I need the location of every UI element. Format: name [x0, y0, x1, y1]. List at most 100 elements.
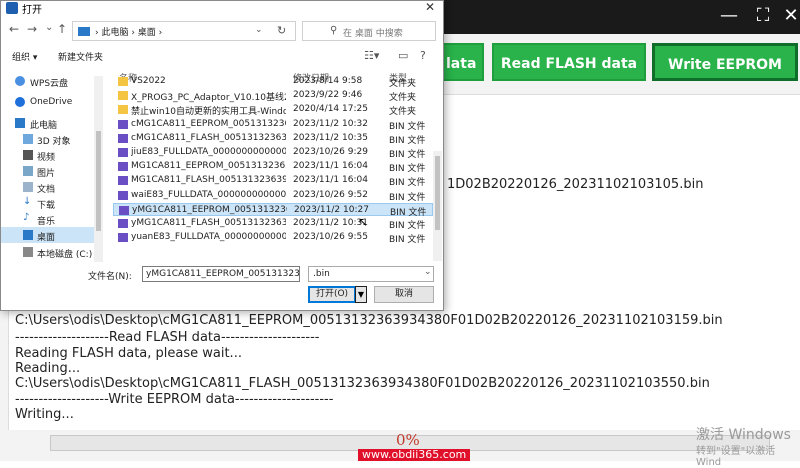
filename-input[interactable]: yMG1CA811_EEPROM_005131323639343 [142, 266, 300, 282]
file-row[interactable]: X_PROG3_PC_Adaptor_V10.10基线2 2023/9/22 9:… [113, 89, 433, 104]
file-date: 2020/4/14 17:25 [293, 104, 368, 115]
organize-button[interactable]: 组织 ▾ [12, 50, 37, 63]
file-type: 文件夹 [389, 93, 417, 104]
drive-icon [23, 247, 33, 257]
image-icon [23, 166, 33, 176]
bin-file-icon [118, 119, 128, 129]
file-row[interactable]: MG1CA811_EEPROM_005131323639... 2023/11/1… [113, 160, 433, 174]
file-type: BIN 文件 [390, 207, 427, 218]
read-eeprom-button[interactable]: lata [440, 43, 484, 81]
file-row[interactable]: MG1CA811_FLASH_005131323639343... 2023/11… [113, 174, 433, 189]
chevron-down-icon[interactable]: ⌄ [424, 267, 432, 277]
view-options-icon[interactable]: ☷▾ [364, 49, 379, 62]
sidebar-item-local-disk[interactable]: 本地磁盘 (C:) [1, 244, 101, 260]
bin-file-icon [118, 233, 128, 243]
close-icon[interactable]: ✕ [778, 4, 800, 28]
sidebar-item-desktop[interactable]: 桌面 [1, 227, 101, 243]
sidebar-item-videos[interactable]: 视频 [1, 147, 101, 163]
file-row[interactable]: cMG1CA811_EEPROM_005131323639... 2023/11/… [113, 118, 433, 132]
filetype-select[interactable]: .bin [308, 266, 434, 282]
dialog-close-icon[interactable]: ✕ [425, 0, 435, 14]
windows-activation-hint: 转到"设置"以激活 Wind [696, 446, 776, 468]
file-type: BIN 文件 [389, 135, 426, 146]
download-icon: ↓ [23, 196, 32, 207]
search-input[interactable]: ⚲ 在 桌面 中搜索 [302, 21, 436, 41]
file-row[interactable]: cMG1CA811_FLASH_005131323633934... 2023/1… [113, 132, 433, 146]
file-row[interactable]: 禁止win10自动更新的实用工具-Windows... 2020/4/14 17:… [113, 103, 433, 118]
file-name: VS2022 [131, 76, 166, 86]
file-date: 2023/11/2 10:35 [293, 132, 368, 143]
computer-icon [15, 118, 25, 128]
file-row[interactable]: waiE83_FULLDATA_000000000000000... 2023/1… [113, 189, 433, 203]
navigation-pane: WPS云盘 OneDrive 此电脑 3D 对象 视频 图片 文档 ↓ 下载 ♪… [1, 67, 105, 263]
file-row[interactable]: jiuE83_FULLDATA_000000000000000... 2023/1… [113, 146, 433, 160]
computer-icon [78, 27, 90, 36]
write-eeprom-button[interactable]: Write EEPROM data [652, 43, 798, 111]
search-placeholder: 在 桌面 中搜索 [343, 29, 403, 39]
log-line: 1D02B20220126_20231102103105.bin [447, 177, 704, 192]
file-row[interactable]: yuanE83_FULLDATA_000000000000000... 2023/… [113, 231, 433, 245]
sidebar-item-pictures[interactable]: 图片 [1, 163, 101, 179]
sidebar-item-3d-objects[interactable]: 3D 对象 [1, 131, 101, 147]
file-name: yMG1CA811_EEPROM_005131323639... [132, 204, 287, 215]
file-type: BIN 文件 [389, 150, 426, 160]
sidebar-item-music[interactable]: ♪ 音乐 [1, 211, 101, 227]
document-icon [23, 182, 33, 192]
dialog-title: 打开 [22, 5, 42, 16]
open-file-dialog: 打开 ✕ ← → ⌄ ↑ › 此电脑 › 桌面 › ⌄ ↻ ⚲ 在 桌面 中搜索… [0, 0, 444, 311]
file-type: BIN 文件 [389, 178, 426, 189]
site-watermark: www.obdii365.com [358, 449, 471, 461]
file-type: BIN 文件 [389, 221, 426, 231]
address-bar[interactable]: › 此电脑 › 桌面 › ⌄ ↻ [72, 21, 296, 41]
sidebar-item-this-pc[interactable]: 此电脑 [1, 115, 101, 131]
search-icon: ⚲ [330, 25, 338, 36]
refresh-icon[interactable]: ↻ [277, 24, 286, 37]
folder-icon [118, 105, 128, 115]
file-type: BIN 文件 [389, 121, 426, 132]
minimize-icon[interactable]: — [716, 4, 742, 28]
dialog-app-icon [6, 2, 18, 14]
file-list-scroll-thumb[interactable] [435, 156, 440, 230]
music-icon: ♪ [23, 212, 30, 223]
back-arrow-icon[interactable]: ← [9, 22, 19, 36]
file-date: 2023/10/26 9:52 [293, 189, 368, 200]
file-row[interactable]: VS2022 2023/8/14 9:58 文件夹 [113, 75, 433, 89]
file-row[interactable]: yMG1CA811_EEPROM_005131323639... 2023/11/… [113, 202, 433, 218]
recent-locations-icon[interactable]: ⌄ [45, 22, 53, 33]
forward-arrow-icon[interactable]: → [27, 22, 37, 36]
file-name: yuanE83_FULLDATA_000000000000000... [131, 232, 286, 243]
sidebar-item-onedrive[interactable]: OneDrive [1, 94, 101, 110]
cloud-icon [15, 76, 25, 86]
file-list: 名称 修改日期 类型 VS2022 2023/8/14 9:58 文件夹 X_PROG… [113, 67, 443, 263]
file-name: 禁止win10自动更新的实用工具-Windows... [131, 107, 286, 118]
new-folder-button[interactable]: 新建文件夹 [58, 50, 103, 63]
preview-pane-icon[interactable]: ▭ [398, 49, 408, 62]
folder-icon [118, 91, 128, 101]
bin-file-icon [119, 205, 129, 215]
sidebar-scroll-thumb[interactable] [96, 131, 101, 231]
sidebar-item-downloads[interactable]: ↓ 下载 [1, 195, 101, 211]
file-date: 2023/8/14 9:58 [293, 76, 363, 86]
file-date: 2023/10/26 9:55 [293, 232, 368, 243]
maximize-icon[interactable]: ⛶ [750, 4, 776, 28]
sidebar-item-wps[interactable]: WPS云盘 [1, 73, 101, 89]
read-flash-button[interactable]: Read FLASH data [492, 43, 646, 81]
sidebar-item-documents[interactable]: 文档 [1, 179, 101, 195]
log-line: Writing... [15, 407, 74, 422]
windows-activation-watermark: 激活 Windows [696, 427, 791, 443]
bin-file-icon [118, 162, 128, 172]
chevron-down-icon[interactable]: ⌄ [255, 25, 263, 35]
file-name: yMG1CA811_FLASH_005131323633934... [131, 218, 286, 228]
open-dropdown-icon[interactable]: ▼ [355, 286, 367, 303]
file-date: 2023/9/22 9:46 [293, 90, 363, 101]
file-row[interactable]: yMG1CA811_FLASH_005131323633934... 2023/1… [113, 217, 433, 231]
open-button[interactable]: 打开(O) [308, 286, 356, 303]
file-date: 2023/11/1 16:04 [293, 175, 368, 186]
file-date: 2023/11/1 16:04 [293, 161, 368, 172]
file-name: X_PROG3_PC_Adaptor_V10.10基线2 [131, 93, 286, 104]
help-icon[interactable]: ? [420, 49, 426, 62]
file-date: 2023/11/2 10:32 [293, 118, 368, 129]
cancel-button[interactable]: 取消 [374, 286, 434, 303]
up-arrow-icon[interactable]: ↑ [57, 22, 67, 36]
bin-file-icon [118, 148, 128, 157]
